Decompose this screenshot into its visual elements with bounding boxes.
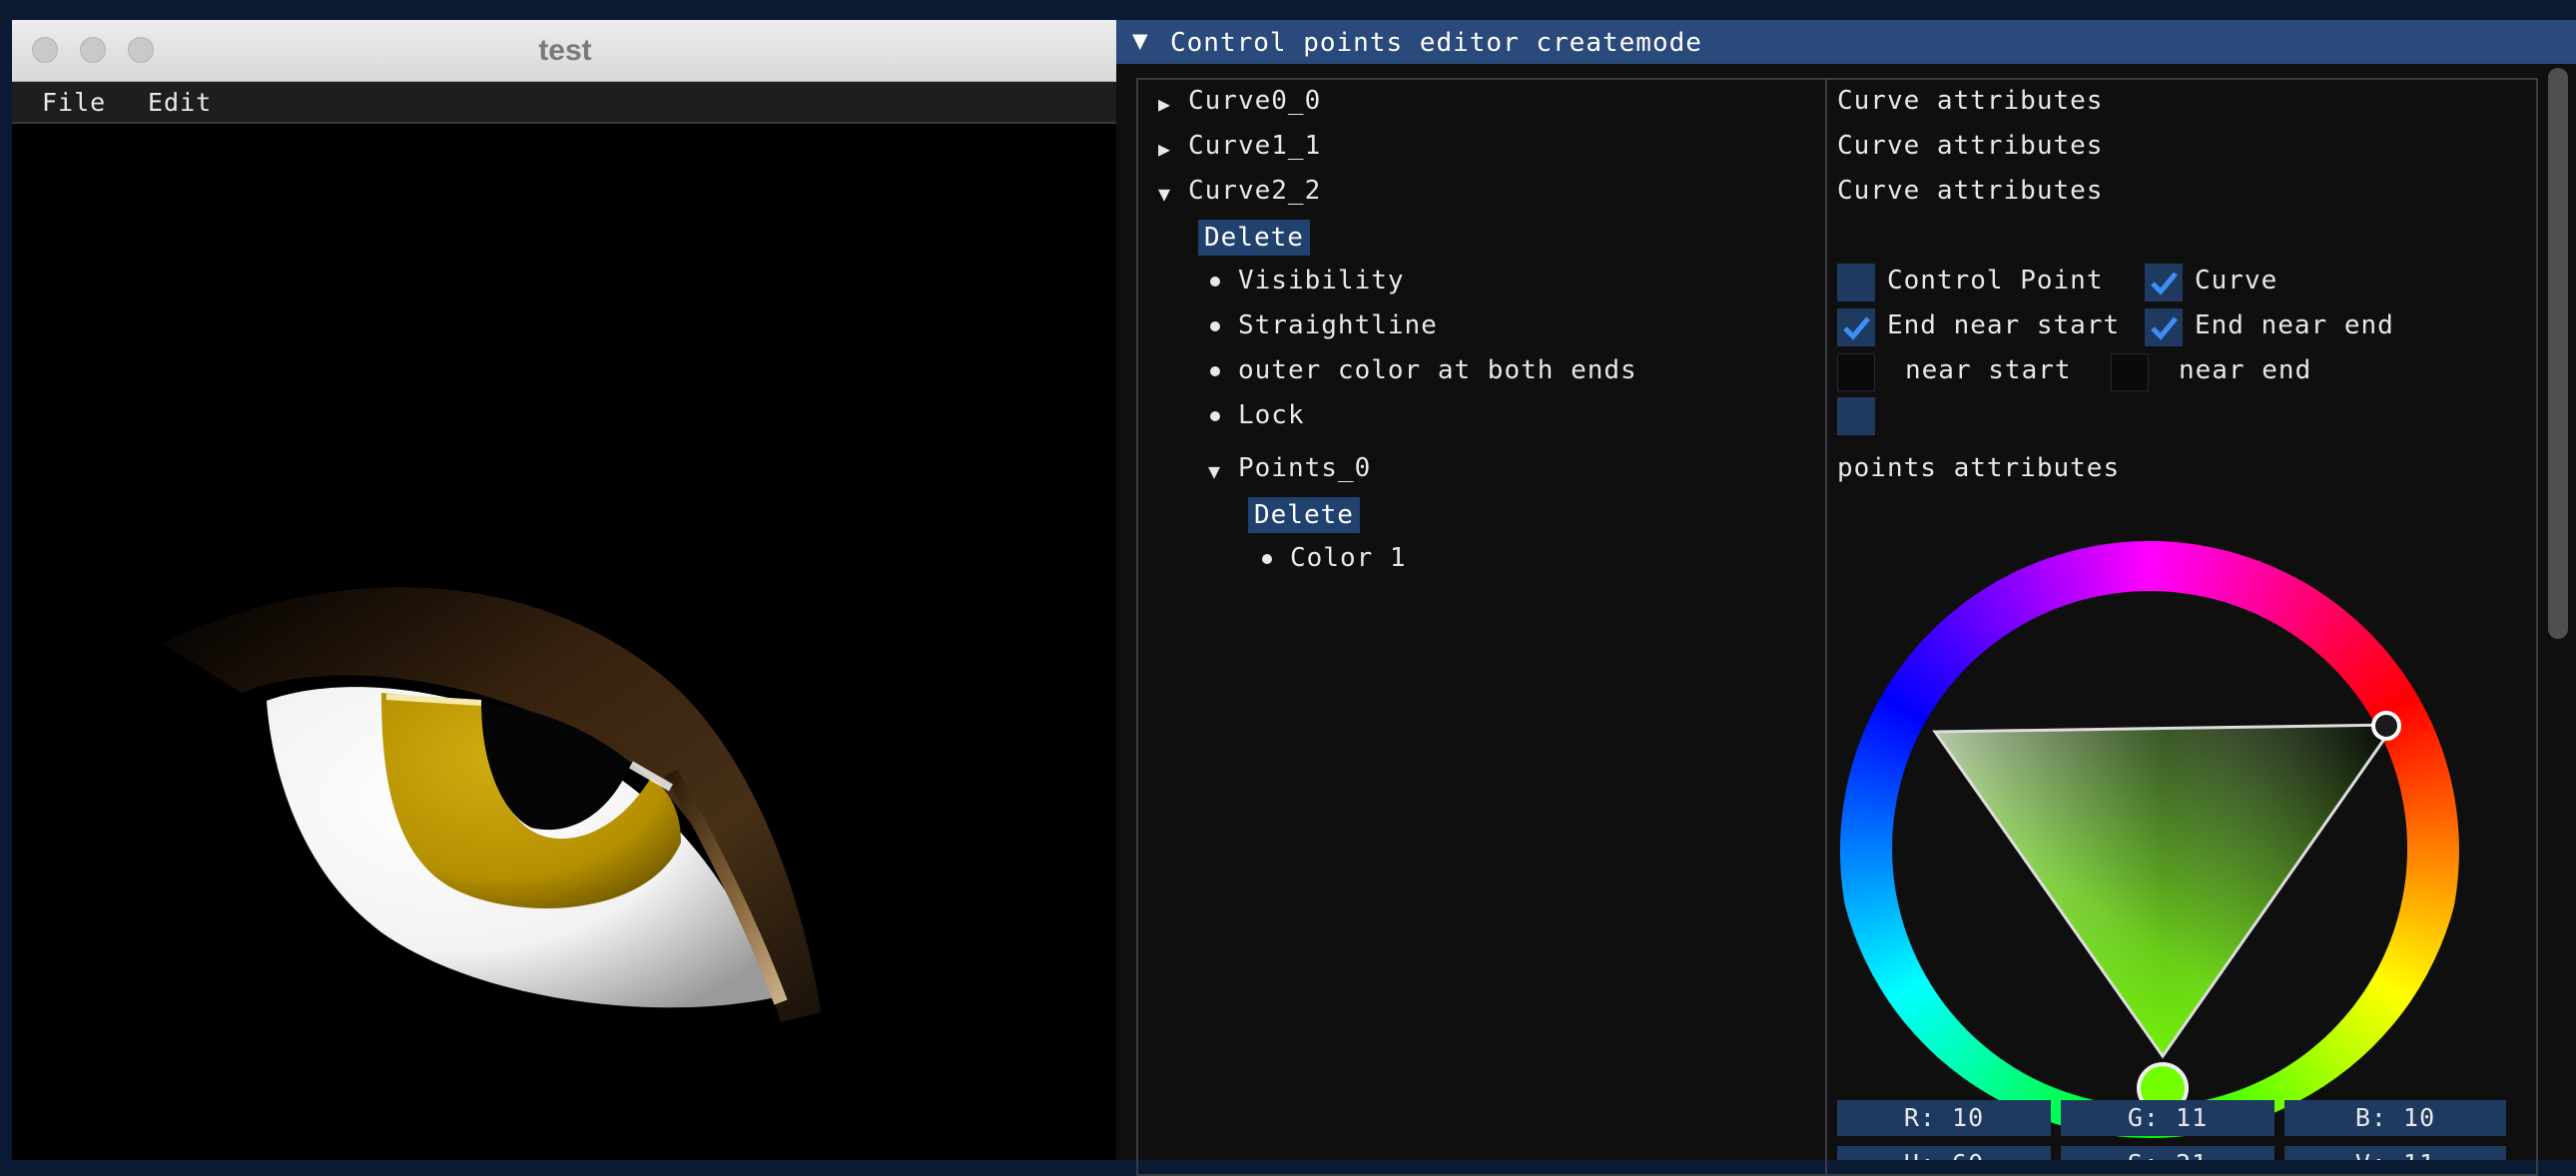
color-wheel-picker[interactable] [1835,519,2474,1138]
end-near-end-checkbox[interactable] [2145,308,2183,346]
near-end-color-swatch[interactable] [2111,353,2149,391]
green-value-field[interactable]: G: 11 [2061,1100,2274,1136]
tree-item-outer-color[interactable]: outer color at both ends [1238,355,1637,385]
near-start-label: near start [1905,355,2072,385]
tree-node-curve0[interactable]: Curve0_0 [1188,86,1321,116]
panel-title: Control points editor createmode [1170,28,1702,58]
bullet-icon [1262,554,1272,564]
tree-collapsed-arrow-icon[interactable]: ▶ [1158,92,1170,116]
bullet-icon [1210,411,1220,421]
hue-value-field[interactable]: H: 60 [1837,1146,2051,1160]
window-titlebar[interactable]: test [12,20,1118,82]
curve-attributes-label: Curve attributes [1837,131,2104,161]
checkmark-icon [2151,272,2178,295]
near-end-label: near end [2179,355,2312,385]
eye-drawing [162,587,821,1022]
tree-node-points[interactable]: Points_0 [1238,453,1371,483]
tree-item-color1[interactable]: Color 1 [1290,543,1407,573]
sv-handle [2371,711,2401,741]
bullet-icon [1210,321,1220,331]
points-attributes-label: points attributes [1837,453,2121,483]
curve-attributes-label: Curve attributes [1837,176,2104,206]
saturation-value-triangle [1932,723,2397,1059]
menu-edit[interactable]: Edit [148,88,212,117]
tree-node-curve1[interactable]: Curve1_1 [1188,131,1321,161]
tree-item-straightline[interactable]: Straightline [1238,310,1438,340]
window-title: test [538,34,592,67]
tree-collapsed-arrow-icon[interactable]: ▶ [1158,137,1170,161]
collapse-arrow-icon[interactable]: ▼ [1132,26,1148,56]
bullet-icon [1210,366,1220,376]
delete-point-button[interactable]: Delete [1248,497,1360,533]
color-swatch-button[interactable] [1837,397,1875,435]
curve-checkbox[interactable] [2145,264,2183,301]
curve-attributes-label: Curve attributes [1837,86,2104,116]
saturation-value-field[interactable]: S: 21 [2061,1146,2274,1160]
menu-bar: File Edit [12,82,1118,124]
near-start-color-swatch[interactable] [1837,353,1875,391]
column-divider[interactable] [1825,78,1827,1176]
menu-file[interactable]: File [42,88,106,117]
end-near-end-label: End near end [2195,310,2394,340]
blue-value-field[interactable]: B: 10 [2284,1100,2506,1136]
tree-node-curve2[interactable]: Curve2_2 [1188,176,1321,206]
tree-expanded-arrow-icon[interactable]: ▼ [1208,459,1220,483]
value-value-field[interactable]: V: 11 [2284,1146,2506,1160]
tree-item-visibility[interactable]: Visibility [1238,266,1405,295]
control-point-checkbox[interactable] [1837,264,1875,301]
end-near-start-label: End near start [1887,310,2121,340]
app-window: test File Edit [12,20,1118,1160]
red-value-field[interactable]: R: 10 [1837,1100,2051,1136]
panel-titlebar[interactable]: ▼ Control points editor createmode [1116,20,2576,64]
end-near-start-checkbox[interactable] [1837,308,1875,346]
checkmark-icon [2151,316,2178,340]
scrollbar-thumb[interactable] [2548,68,2568,639]
bullet-icon [1210,277,1220,287]
drawing-canvas[interactable] [12,124,1118,1160]
curve-label: Curve [2195,266,2278,295]
checkmark-icon [1843,316,1870,340]
control-points-editor-window: ▼ Control points editor createmode ▶ Cur… [1116,20,2576,1176]
tree-expanded-arrow-icon[interactable]: ▼ [1158,182,1170,206]
control-point-label: Control Point [1887,266,2104,295]
delete-curve-button[interactable]: Delete [1198,220,1310,256]
tree-item-lock[interactable]: Lock [1238,400,1305,430]
